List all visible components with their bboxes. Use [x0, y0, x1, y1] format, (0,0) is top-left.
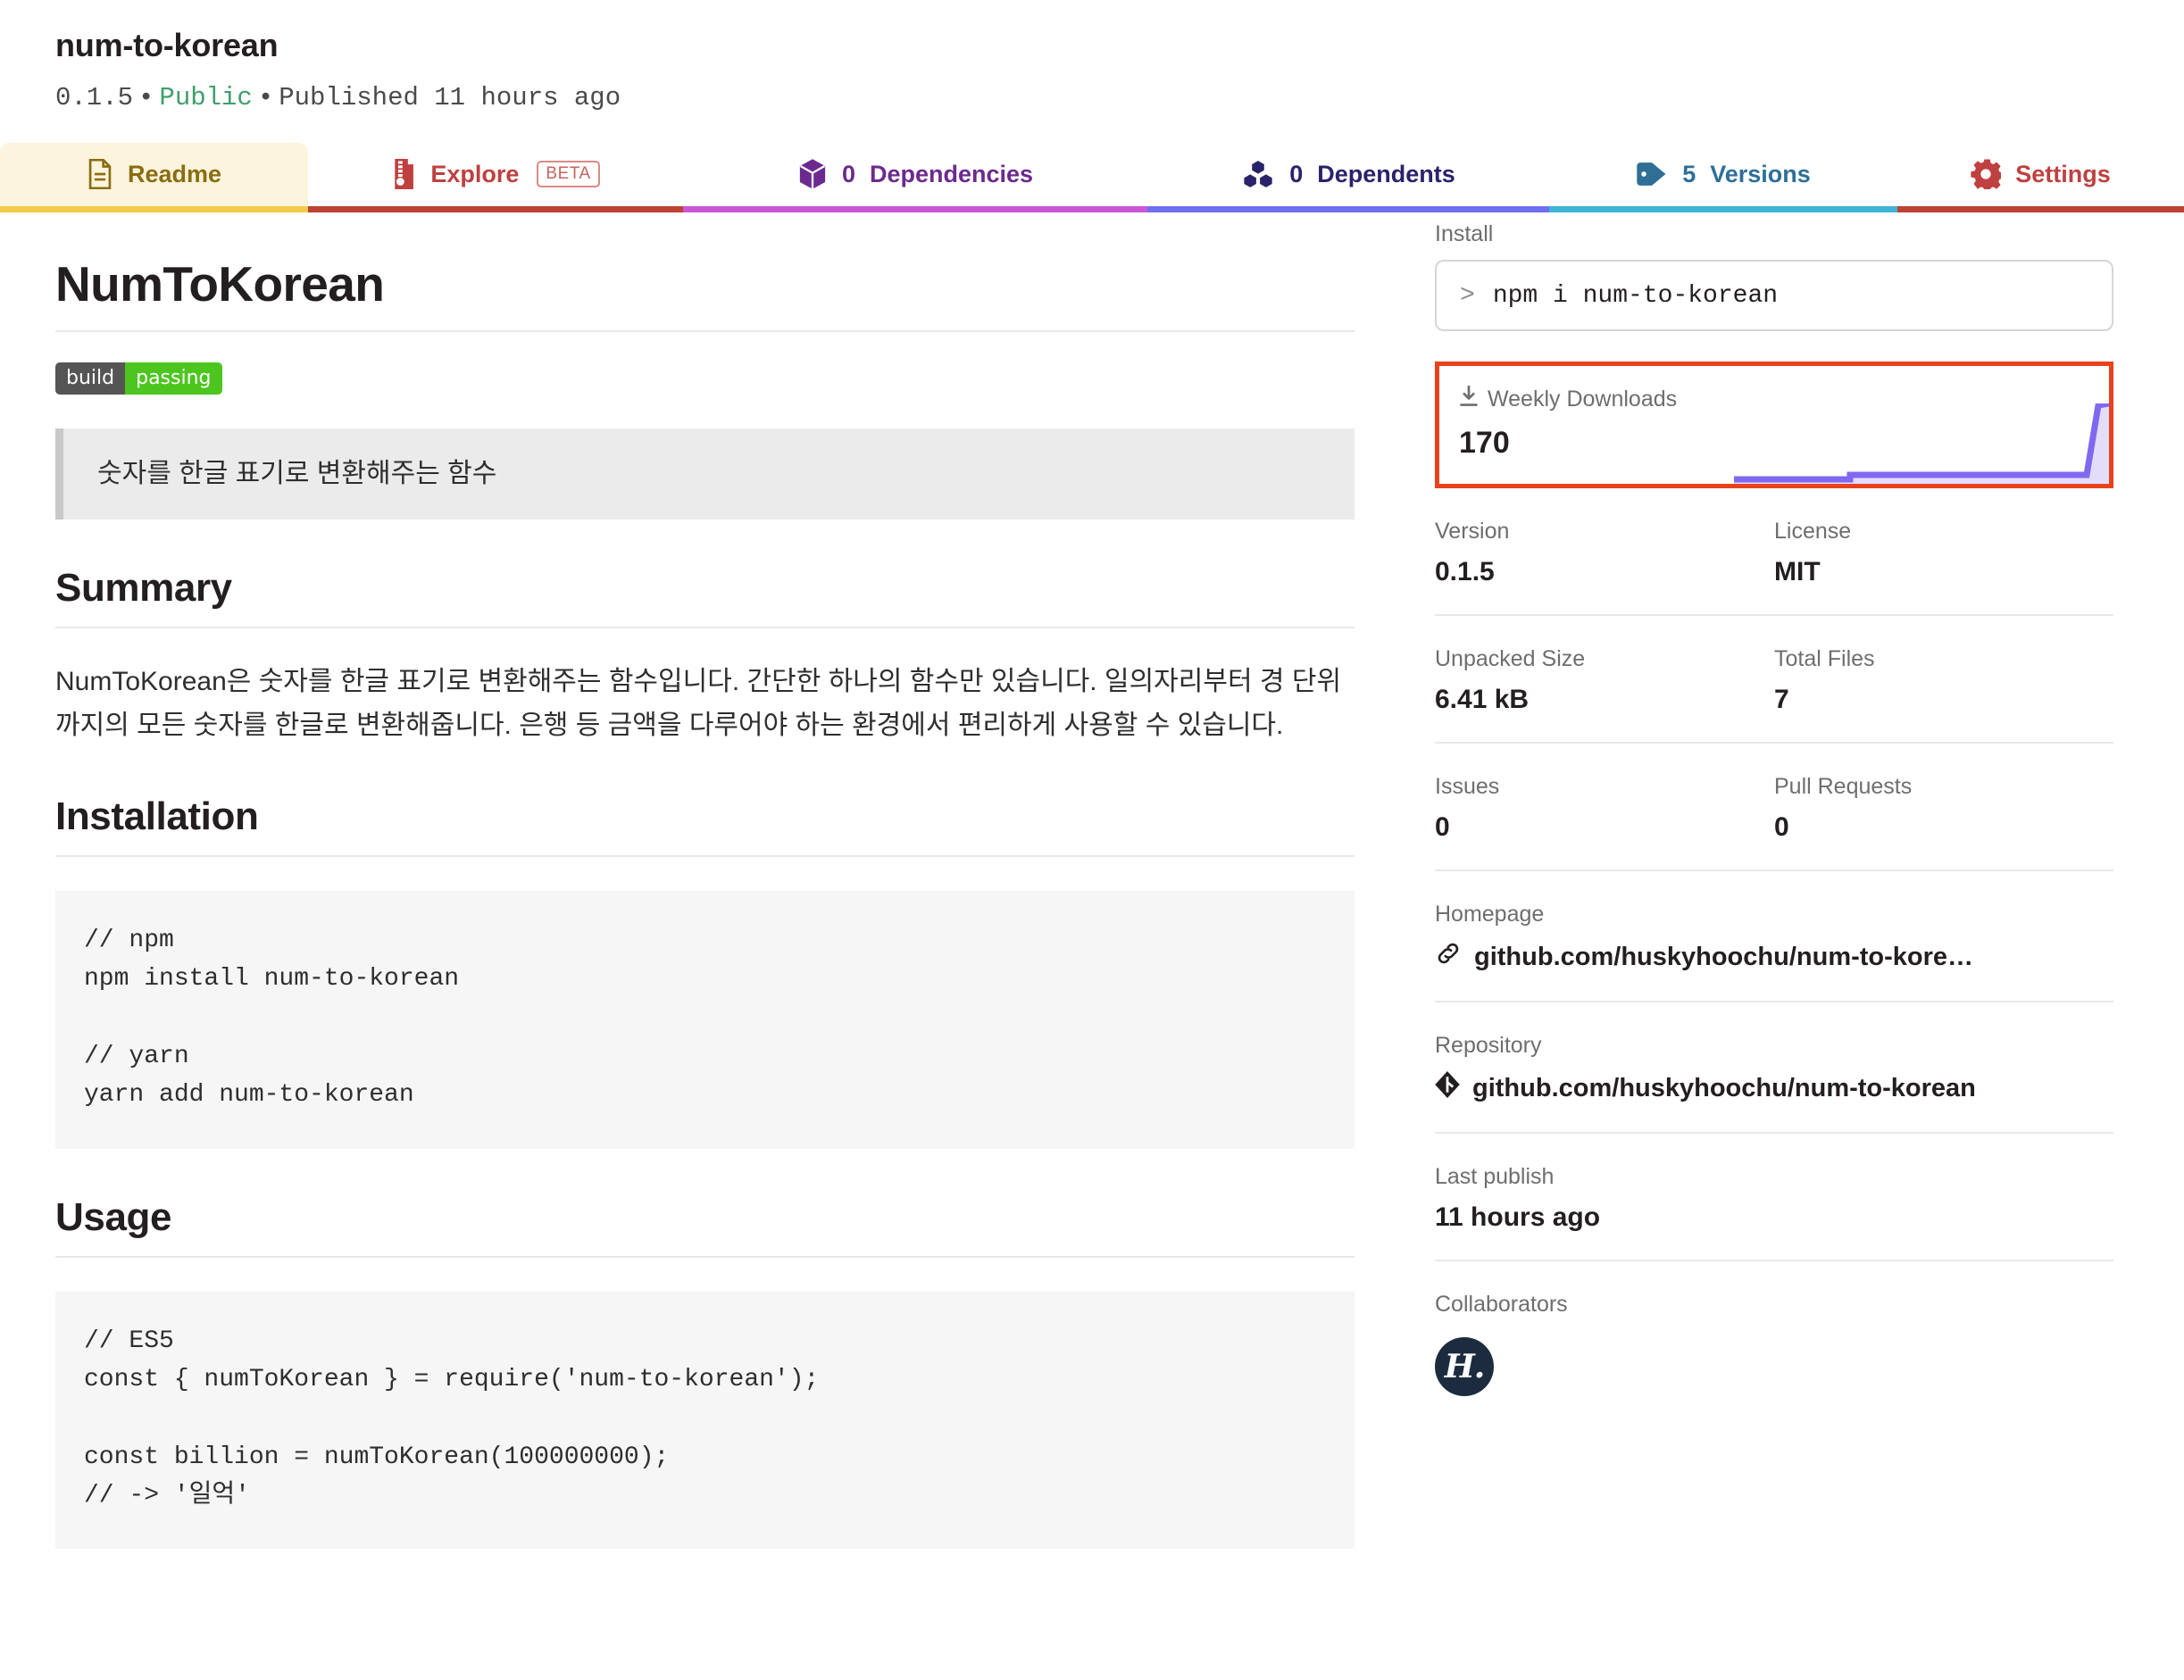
gear-icon [1971, 159, 2002, 190]
build-badge-label: build [55, 362, 126, 395]
terminal-prompt-icon: > [1460, 281, 1475, 310]
git-icon [1435, 1071, 1460, 1105]
license-value: MIT [1774, 557, 1821, 587]
tab-readme-underline [0, 206, 308, 213]
issues-label: Issues [1435, 774, 1500, 800]
license-field: License MIT [1774, 519, 2113, 587]
issues-field[interactable]: Issues 0 [1435, 774, 1774, 843]
published-date: Published 11 hours ago [279, 83, 621, 113]
version-label: Version [1435, 519, 1510, 545]
usage-heading: Usage [55, 1195, 1355, 1258]
weekly-downloads-label: Weekly Downloads [1488, 387, 1678, 412]
weekly-downloads-section[interactable]: Weekly Downloads 170 [1435, 362, 2113, 489]
tab-settings[interactable]: Settings [1897, 143, 2184, 213]
tab-dependencies-underline [683, 206, 1147, 213]
version-license-section: Version 0.1.5 License MIT [1435, 488, 2113, 617]
file-zip-icon [391, 159, 416, 190]
build-status-badge: build passing [55, 362, 222, 395]
package-meta: 0.1.5 • Public • Published 11 hours ago [55, 83, 2184, 112]
collaborators-section: Collaborators H. [1435, 1261, 2113, 1423]
unpacked-size-value: 6.41 kB [1435, 685, 1530, 715]
pull-requests-label: Pull Requests [1774, 774, 1913, 800]
page-title: num-to-korean [55, 27, 279, 63]
avatar[interactable]: H. [1435, 1337, 1494, 1397]
unpacked-size-label: Unpacked Size [1435, 646, 1586, 672]
package-version: 0.1.5 [55, 83, 134, 113]
link-icon [1435, 940, 1462, 974]
installation-code-block: // npm npm install num-to-korean // yarn… [55, 890, 1355, 1149]
tab-dependents-underline [1147, 206, 1549, 213]
tab-versions-label: Versions [1710, 160, 1811, 187]
last-publish-value: 11 hours ago [1435, 1202, 1601, 1233]
total-files-value: 7 [1774, 685, 1789, 715]
tag-icon [1636, 161, 1668, 187]
installation-heading: Installation [55, 794, 1355, 857]
build-badge-status: passing [125, 362, 222, 395]
beta-badge: BETA [537, 161, 600, 188]
repository-link[interactable]: github.com/huskyhoochu/num-to-korean [1435, 1071, 2113, 1105]
usage-code-block: // ES5 const { numToKorean } = require('… [55, 1291, 1355, 1550]
tab-dependents-count: 0 [1289, 160, 1304, 187]
package-sidebar: Install > npm i num-to-korean Weekly Dow… [1435, 212, 2113, 1549]
install-command-text: npm i num-to-korean [1492, 281, 1779, 310]
package-header: num-to-korean 0.1.5 • Public • Published 11 … [0, 0, 2184, 112]
version-field: Version 0.1.5 [1435, 519, 1774, 587]
homepage-link[interactable]: github.com/huskyhoochu/num-to-kore… [1435, 940, 2113, 974]
version-value: 0.1.5 [1435, 557, 1495, 587]
readme-blockquote: 숫자를 한글 표기로 변환해주는 함수 [55, 428, 1355, 520]
document-icon [87, 159, 113, 190]
homepage-url: github.com/huskyhoochu/num-to-kore… [1474, 942, 1974, 971]
tab-versions-underline [1549, 206, 1897, 213]
repository-section: Repository github.com/huskyhoochu/num-to… [1435, 1002, 2113, 1135]
unpacked-size-field: Unpacked Size 6.41 kB [1435, 646, 1774, 715]
tab-dependencies[interactable]: 0 Dependencies [683, 143, 1147, 213]
tab-readme-label: Readme [127, 160, 222, 187]
download-icon [1459, 386, 1479, 413]
readme-title: NumToKorean [55, 255, 1355, 333]
tab-dependents-label: Dependents [1317, 160, 1455, 187]
issues-value: 0 [1435, 812, 1450, 843]
homepage-label: Homepage [1435, 902, 1545, 927]
repository-label: Repository [1435, 1033, 1542, 1059]
pull-requests-value: 0 [1774, 812, 1789, 843]
visibility-badge: Public [159, 83, 253, 113]
npm-package-page: num-to-korean 0.1.5 • Public • Published 11 … [0, 0, 2184, 1680]
tab-versions[interactable]: 5 Versions [1549, 143, 1897, 213]
cubes-icon [1241, 159, 1275, 190]
tab-explore-label: Explore [430, 160, 520, 187]
meta-separator-2: • [257, 83, 274, 113]
tab-dependents[interactable]: 0 Dependents [1147, 143, 1549, 213]
downloads-sparkline-chart [1734, 403, 2109, 485]
readme-content: NumToKorean build passing 숫자를 한글 표기로 변환해… [55, 212, 1435, 1550]
last-publish-label: Last publish [1435, 1164, 1555, 1190]
tab-settings-label: Settings [2015, 160, 2111, 187]
size-files-section: Unpacked Size 6.41 kB Total Files 7 [1435, 616, 2113, 744]
page-body: NumToKorean build passing 숫자를 한글 표기로 변환해… [0, 212, 2184, 1550]
issues-pulls-section: Issues 0 Pull Requests 0 [1435, 744, 2113, 872]
homepage-section: Homepage github.com/huskyhoochu/num-to-k… [1435, 871, 2113, 1003]
tab-explore[interactable]: Explore BETA [308, 143, 683, 213]
install-label: Install [1435, 221, 1494, 247]
tab-dependencies-label: Dependencies [869, 160, 1034, 187]
tab-settings-underline [1897, 206, 2184, 213]
install-command-box[interactable]: > npm i num-to-korean [1435, 260, 2113, 332]
total-files-field: Total Files 7 [1774, 646, 2113, 715]
summary-heading: Summary [55, 566, 1355, 629]
pull-requests-field[interactable]: Pull Requests 0 [1774, 774, 2113, 843]
tab-readme[interactable]: Readme [0, 143, 308, 213]
total-files-label: Total Files [1774, 646, 1875, 672]
tab-explore-underline [308, 206, 683, 213]
cube-icon [797, 158, 828, 190]
license-label: License [1774, 519, 1852, 545]
summary-paragraph: NumToKorean은 숫자를 한글 표기로 변환해주는 함수입니다. 간단한… [55, 667, 1342, 740]
tab-dependencies-count: 0 [841, 160, 855, 187]
meta-separator-1: • [138, 83, 154, 113]
collaborators-label: Collaborators [1435, 1292, 1568, 1318]
last-publish-section: Last publish 11 hours ago [1435, 1134, 2113, 1262]
tab-versions-count: 5 [1682, 160, 1696, 187]
repository-url: github.com/huskyhoochu/num-to-korean [1472, 1073, 1976, 1102]
package-tabs: Readme Explore BETA 0 Dependencies 0 Dep… [0, 143, 2184, 213]
